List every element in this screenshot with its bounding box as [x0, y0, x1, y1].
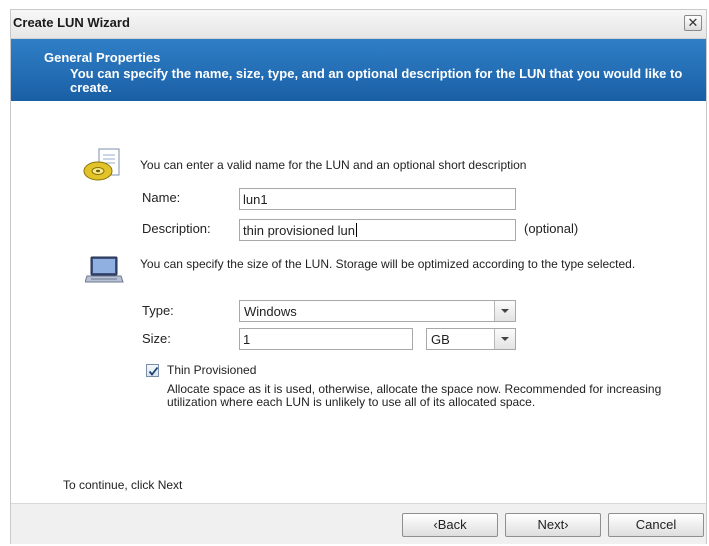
- thin-provisioned-label[interactable]: Thin Provisioned: [167, 363, 256, 377]
- chevron-down-icon[interactable]: [494, 301, 515, 321]
- type-label: Type:: [142, 303, 174, 318]
- next-button[interactable]: Next›: [505, 513, 601, 537]
- thin-provisioned-note: Allocate space as it is used, otherwise,…: [167, 382, 662, 409]
- banner-heading: General Properties: [44, 50, 161, 65]
- title-bar: Create LUN Wizard ✕: [11, 10, 706, 39]
- description-label: Description:: [142, 221, 211, 236]
- chevron-down-icon[interactable]: [494, 329, 515, 349]
- name-instruction: You can enter a valid name for the LUN a…: [140, 158, 527, 172]
- disk-document-icon: [81, 147, 125, 183]
- name-input[interactable]: lun1: [239, 188, 516, 210]
- button-bar: ‹Back Next› Cancel: [11, 503, 706, 544]
- unit-select[interactable]: GB: [426, 328, 516, 350]
- footer-hint: To continue, click Next: [63, 478, 183, 492]
- close-icon: ✕: [687, 15, 699, 30]
- unit-value: GB: [431, 332, 450, 347]
- close-button[interactable]: ✕: [684, 15, 702, 31]
- thin-provisioned-checkbox[interactable]: [146, 364, 159, 377]
- dialog-title: Create LUN Wizard: [13, 15, 130, 30]
- size-label: Size:: [142, 331, 171, 346]
- description-input[interactable]: thin provisioned lun: [239, 219, 516, 241]
- type-select[interactable]: Windows: [239, 300, 516, 322]
- create-lun-dialog: Create LUN Wizard ✕ General Properties Y…: [10, 9, 707, 544]
- banner-description: You can specify the name, size, type, an…: [70, 66, 683, 95]
- wizard-body: You can enter a valid name for the LUN a…: [11, 101, 706, 503]
- description-value: thin provisioned lun: [243, 223, 356, 238]
- name-label: Name:: [142, 190, 181, 205]
- size-instruction: You can specify the size of the LUN. Sto…: [140, 257, 636, 271]
- cancel-button[interactable]: Cancel: [608, 513, 704, 537]
- back-button[interactable]: ‹Back: [402, 513, 498, 537]
- checkmark-icon: [148, 366, 159, 376]
- laptop-icon: [84, 255, 125, 285]
- size-input[interactable]: 1: [239, 328, 413, 350]
- header-banner: General Properties You can specify the n…: [11, 39, 706, 101]
- optional-hint: (optional): [524, 221, 579, 236]
- type-value: Windows: [244, 304, 297, 319]
